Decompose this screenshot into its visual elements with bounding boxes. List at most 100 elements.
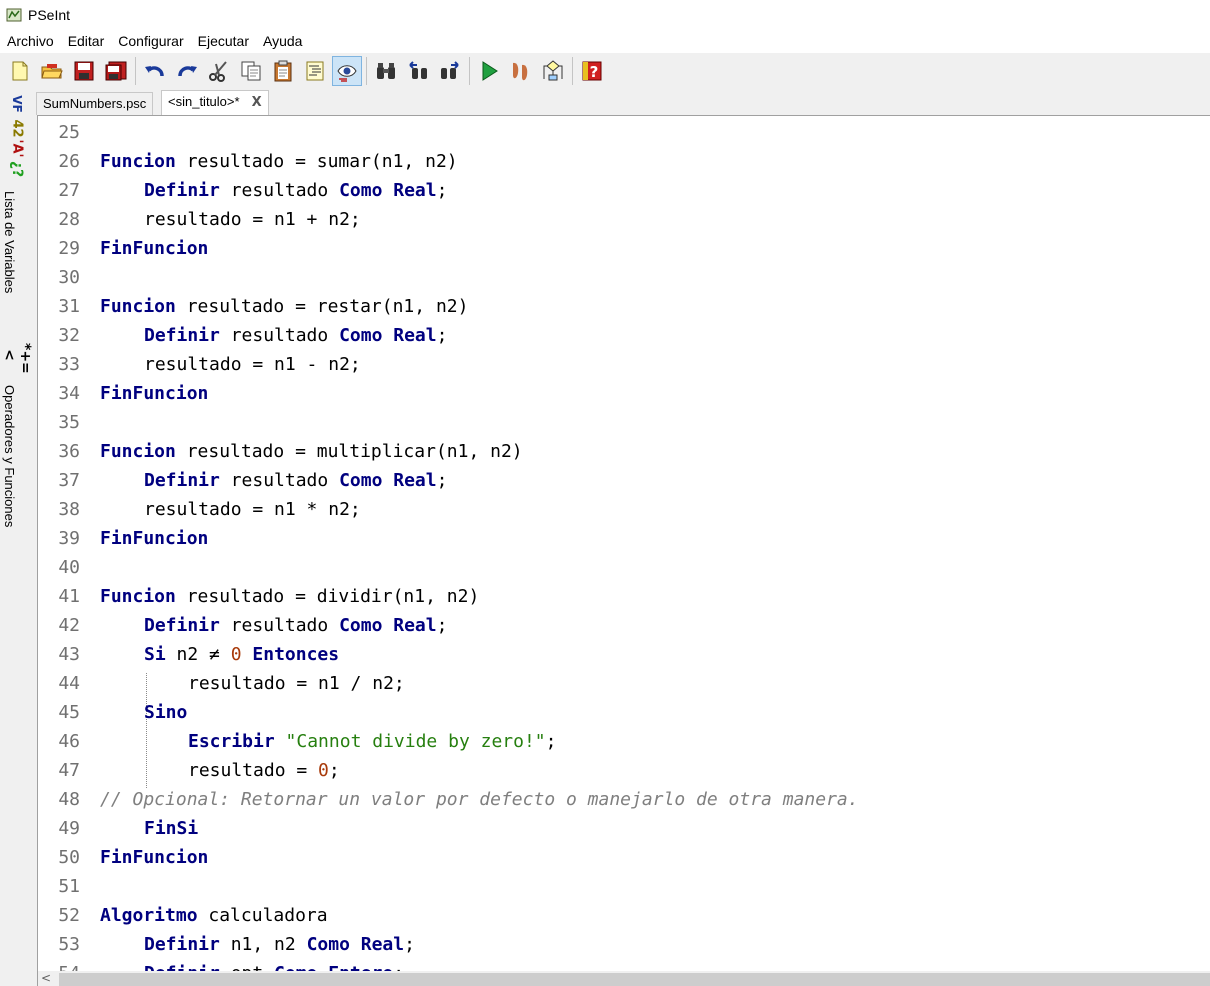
flowchart-button[interactable] <box>538 56 568 86</box>
lista-de-variables-tab[interactable]: Lista de Variables <box>2 191 17 293</box>
code-line[interactable]: 49 FinSi <box>38 814 1210 843</box>
find-button[interactable] <box>371 56 401 86</box>
toolbar-separator <box>366 57 367 85</box>
code-line[interactable]: 28 resultado = n1 + n2; <box>38 205 1210 234</box>
code-line[interactable]: 47 resultado = 0; <box>38 756 1210 785</box>
menu-ayuda[interactable]: Ayuda <box>256 30 309 53</box>
code-token: ; <box>436 615 448 636</box>
code-token: Definir <box>144 325 220 346</box>
cut-button[interactable] <box>204 56 234 86</box>
undo-button[interactable] <box>140 56 170 86</box>
code-line[interactable]: 33 resultado = n1 - n2; <box>38 350 1210 379</box>
code-token: resultado <box>219 325 340 346</box>
code-line[interactable]: 48 // Opcional: Retornar un valor por def… <box>38 785 1210 814</box>
code-token: 0 <box>318 760 329 781</box>
code-editor[interactable]: 25 26 Funcion resultado = sumar(n1, n2) 27 D… <box>37 115 1210 971</box>
menu-configurar[interactable]: Configurar <box>111 30 190 53</box>
correct-indent-button[interactable] <box>300 56 330 86</box>
code-text: Definir resultado Como Real; <box>144 611 447 640</box>
line-number: 44 <box>58 673 80 694</box>
open-file-button[interactable] <box>37 56 67 86</box>
run-icon <box>482 61 498 81</box>
find-previous-button[interactable] <box>403 56 433 86</box>
code-token: resultado = sumar(n1, n2) <box>175 151 458 172</box>
tab-sumnumbers[interactable]: SumNumbers.psc <box>36 92 154 115</box>
line-number: 34 <box>58 383 80 404</box>
code-line[interactable]: 27 Definir resultado Como Real; <box>38 176 1210 205</box>
code-line[interactable]: 53 Definir n1, n2 Como Real; <box>38 930 1210 959</box>
horizontal-scrollbar[interactable]: < <box>37 971 1210 986</box>
code-line[interactable]: 36 Funcion resultado = multiplicar(n1, n2… <box>38 437 1210 466</box>
line-number: 45 <box>58 702 80 723</box>
code-line[interactable]: 35 <box>38 408 1210 437</box>
line-number: 43 <box>58 644 80 665</box>
code-line[interactable]: 37 Definir resultado Como Real; <box>38 466 1210 495</box>
tab-sin-titulo[interactable]: <sin_titulo>* X <box>161 90 269 116</box>
svg-text:?: ? <box>590 63 599 81</box>
correct-indent-icon <box>306 61 324 81</box>
tab-label: <sin_titulo>* <box>168 94 240 109</box>
code-line[interactable]: 38 resultado = n1 * n2; <box>38 495 1210 524</box>
line-number: 49 <box>58 818 80 839</box>
menu-ejecutar[interactable]: Ejecutar <box>191 30 256 53</box>
code-line[interactable]: 39 FinFuncion <box>38 524 1210 553</box>
code-line[interactable]: 52 Algoritmo calculadora <box>38 901 1210 930</box>
menu-archivo[interactable]: Archivo <box>0 30 61 53</box>
line-number: 35 <box>58 412 80 433</box>
help-button[interactable]: ? <box>577 56 607 86</box>
code-line[interactable]: 42 Definir resultado Como Real; <box>38 611 1210 640</box>
menu-editar[interactable]: Editar <box>61 30 112 53</box>
code-token: FinFuncion <box>100 847 209 868</box>
copy-icon <box>241 61 261 81</box>
code-line[interactable]: 51 <box>38 872 1210 901</box>
code-line[interactable]: 50 FinFuncion <box>38 843 1210 872</box>
redo-button[interactable] <box>172 56 202 86</box>
scrollbar-thumb[interactable] <box>59 973 1210 986</box>
paste-button[interactable] <box>268 56 298 86</box>
code-line[interactable]: 32 Definir resultado Como Real; <box>38 321 1210 350</box>
step-by-step-button[interactable] <box>506 56 536 86</box>
debug-watch-icon <box>337 65 357 82</box>
code-line[interactable]: 29 FinFuncion <box>38 234 1210 263</box>
code-text: Definir resultado Como Real; <box>144 466 447 495</box>
tab-bar: SumNumbers.psc <sin_titulo>* X <box>33 89 1210 116</box>
code-line[interactable]: 44 resultado = n1 / n2; <box>38 669 1210 698</box>
vf-symbol[interactable]: VF <box>10 92 24 116</box>
operadores-y-funciones-tab[interactable]: Operadores y Funciones <box>2 385 17 527</box>
debug-watch-button[interactable] <box>332 56 362 86</box>
code-line[interactable]: 34 FinFuncion <box>38 379 1210 408</box>
code-line[interactable]: 25 <box>38 118 1210 147</box>
code-text: // Opcional: Retornar un valor por defec… <box>100 785 859 814</box>
new-file-button[interactable] <box>5 56 35 86</box>
code-line[interactable]: 43 Si n2 ≠ 0 Entonces <box>38 640 1210 669</box>
save-as-button[interactable] <box>101 56 131 86</box>
code-line[interactable]: 45 Sino <box>38 698 1210 727</box>
window-title: PSeInt <box>28 7 71 23</box>
code-token: resultado = n1 / n2; <box>188 673 405 694</box>
save-icon <box>74 61 94 81</box>
code-line[interactable]: 26 Funcion resultado = sumar(n1, n2) <box>38 147 1210 176</box>
code-line[interactable]: 30 <box>38 263 1210 292</box>
find-next-button[interactable] <box>435 56 465 86</box>
scroll-left-arrow[interactable]: < <box>41 971 51 986</box>
close-icon[interactable]: X <box>252 95 262 110</box>
copy-button[interactable] <box>236 56 266 86</box>
code-line[interactable]: 31 Funcion resultado = restar(n1, n2) <box>38 292 1210 321</box>
code-text: FinFuncion <box>100 524 208 553</box>
code-line[interactable]: 54 Definir opt Como Entero; <box>38 959 1210 971</box>
operators-symbol[interactable]: *+=< <box>1 343 33 374</box>
code-line[interactable]: 46 Escribir "Cannot divide by zero!"; <box>38 727 1210 756</box>
code-line[interactable]: 40 <box>38 553 1210 582</box>
step-by-step-icon <box>513 62 528 81</box>
title-bar: PSeInt <box>0 0 1210 30</box>
question-symbol[interactable]: ¿? <box>9 157 25 181</box>
code-token: ; <box>393 963 404 971</box>
save-button[interactable] <box>69 56 99 86</box>
run-button[interactable] <box>474 56 504 86</box>
line-number: 39 <box>58 528 80 549</box>
flowchart-icon <box>543 60 563 81</box>
code-token: Definir <box>144 615 220 636</box>
code-line[interactable]: 41 Funcion resultado = dividir(n1, n2) <box>38 582 1210 611</box>
code-token: FinFuncion <box>100 238 209 259</box>
tab-label: SumNumbers.psc <box>43 96 147 111</box>
